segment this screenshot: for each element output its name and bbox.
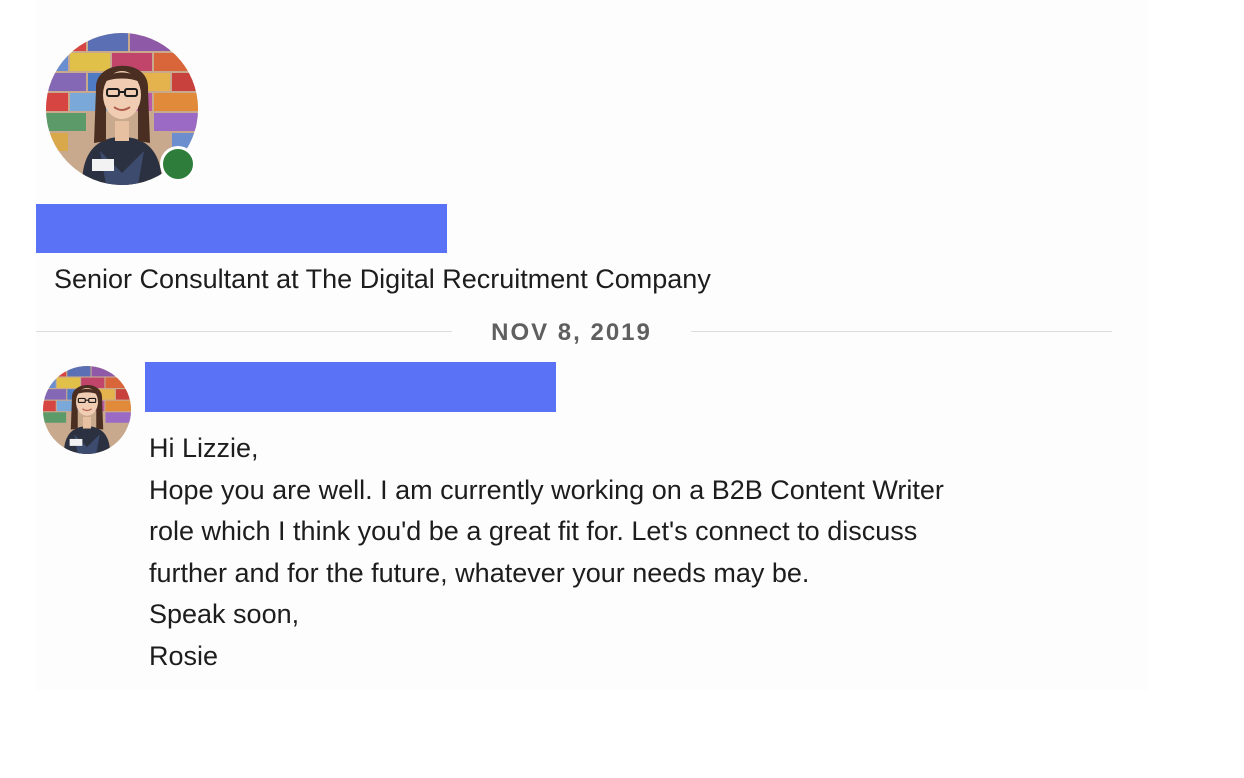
profile-headline: Senior Consultant at The Digital Recruit… (54, 264, 711, 294)
message-sender-avatar[interactable] (43, 366, 131, 454)
date-divider-line-right (691, 331, 1112, 332)
message-line: Hi Lizzie, (149, 433, 259, 463)
online-status-icon (160, 146, 196, 182)
profile-name-redacted (36, 204, 447, 253)
date-divider-line-left (36, 331, 452, 332)
message-line: Speak soon, (149, 599, 300, 629)
message-line: Rosie (149, 640, 219, 671)
profile-photo-icon (43, 366, 131, 454)
message-body: Hi Lizzie, Hope you are well. I am curre… (149, 428, 1109, 677)
message-line: Hope you are well. I am currently workin… (149, 474, 944, 505)
message-line: further and for the future, whatever you… (149, 557, 810, 588)
message-line: role which I think you'd be a great fit … (149, 516, 918, 546)
message-sender-name-redacted (145, 362, 556, 412)
date-divider-label: NOV 8, 2019 (491, 319, 652, 346)
